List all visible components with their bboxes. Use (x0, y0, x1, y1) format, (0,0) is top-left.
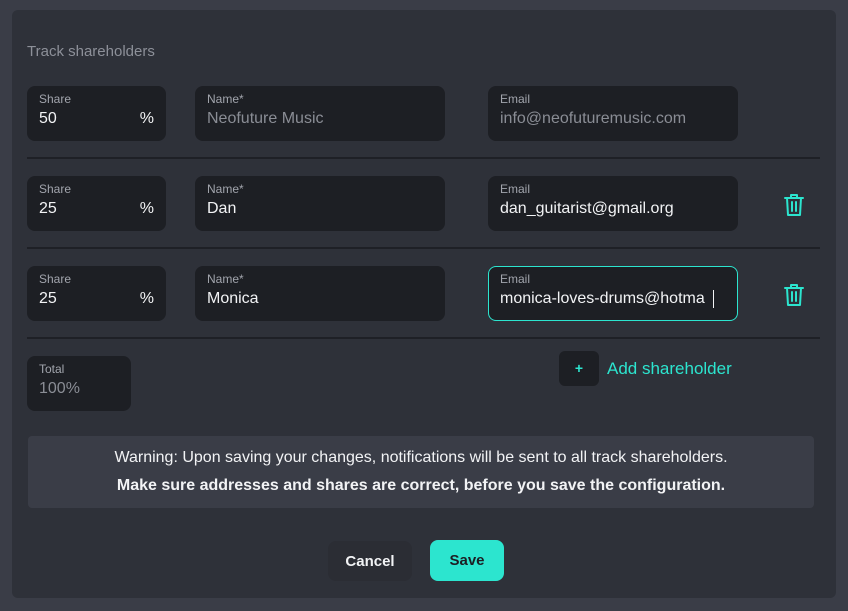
total-label: Total (39, 362, 65, 376)
cancel-button[interactable]: Cancel (328, 541, 412, 581)
name-label: Name* (207, 272, 244, 286)
name-label: Name* (207, 182, 244, 196)
email-label: Email (500, 92, 531, 106)
add-shareholder-button[interactable]: Add shareholder (607, 359, 732, 379)
share-label: Share (39, 272, 72, 286)
row-divider (27, 247, 820, 249)
share-value: 25 (39, 290, 57, 307)
total-field: Total 100% (27, 356, 131, 411)
share-label: Share (39, 92, 72, 106)
percent-sign: % (139, 110, 154, 127)
email-label: Email (500, 272, 531, 286)
share-value: 50 (39, 110, 57, 127)
total-value: 100% (39, 380, 80, 397)
email-value: dan_guitarist@gmail.org (500, 200, 674, 217)
text-caret (713, 290, 714, 308)
share-field-1[interactable]: Share 50 % (27, 86, 166, 141)
row-divider (27, 157, 820, 159)
name-label: Name* (207, 92, 244, 106)
percent-sign: % (139, 200, 154, 217)
email-value: info@neofuturemusic.com (500, 110, 687, 127)
section-title: Track shareholders (27, 43, 155, 60)
email-field-3[interactable]: Email monica-loves-drums@hotma (488, 266, 738, 321)
trash-icon[interactable] (782, 192, 806, 218)
name-value: Dan (207, 200, 237, 217)
email-value: monica-loves-drums@hotma (500, 290, 705, 307)
name-field-2[interactable]: Name* Dan (195, 176, 445, 231)
plus-icon[interactable]: + (559, 351, 599, 386)
save-button[interactable]: Save (430, 540, 504, 581)
email-label: Email (500, 182, 531, 196)
row-divider (27, 337, 820, 339)
name-value: Neofuture Music (207, 110, 324, 127)
name-value: Monica (207, 290, 259, 307)
share-value: 25 (39, 200, 57, 217)
name-field-1: Name* Neofuture Music (195, 86, 445, 141)
share-label: Share (39, 182, 72, 196)
warning-text: Warning: Upon saving your changes, notif… (114, 449, 728, 466)
warning-box: Warning: Upon saving your changes, notif… (28, 436, 814, 508)
trash-icon[interactable] (782, 282, 806, 308)
percent-sign: % (139, 290, 154, 307)
name-field-3[interactable]: Name* Monica (195, 266, 445, 321)
share-field-3[interactable]: Share 25 % (27, 266, 166, 321)
share-field-2[interactable]: Share 25 % (27, 176, 166, 231)
warning-emphasis: Make sure addresses and shares are corre… (116, 477, 726, 494)
email-field-2[interactable]: Email dan_guitarist@gmail.org (488, 176, 738, 231)
email-field-1: Email info@neofuturemusic.com (488, 86, 738, 141)
